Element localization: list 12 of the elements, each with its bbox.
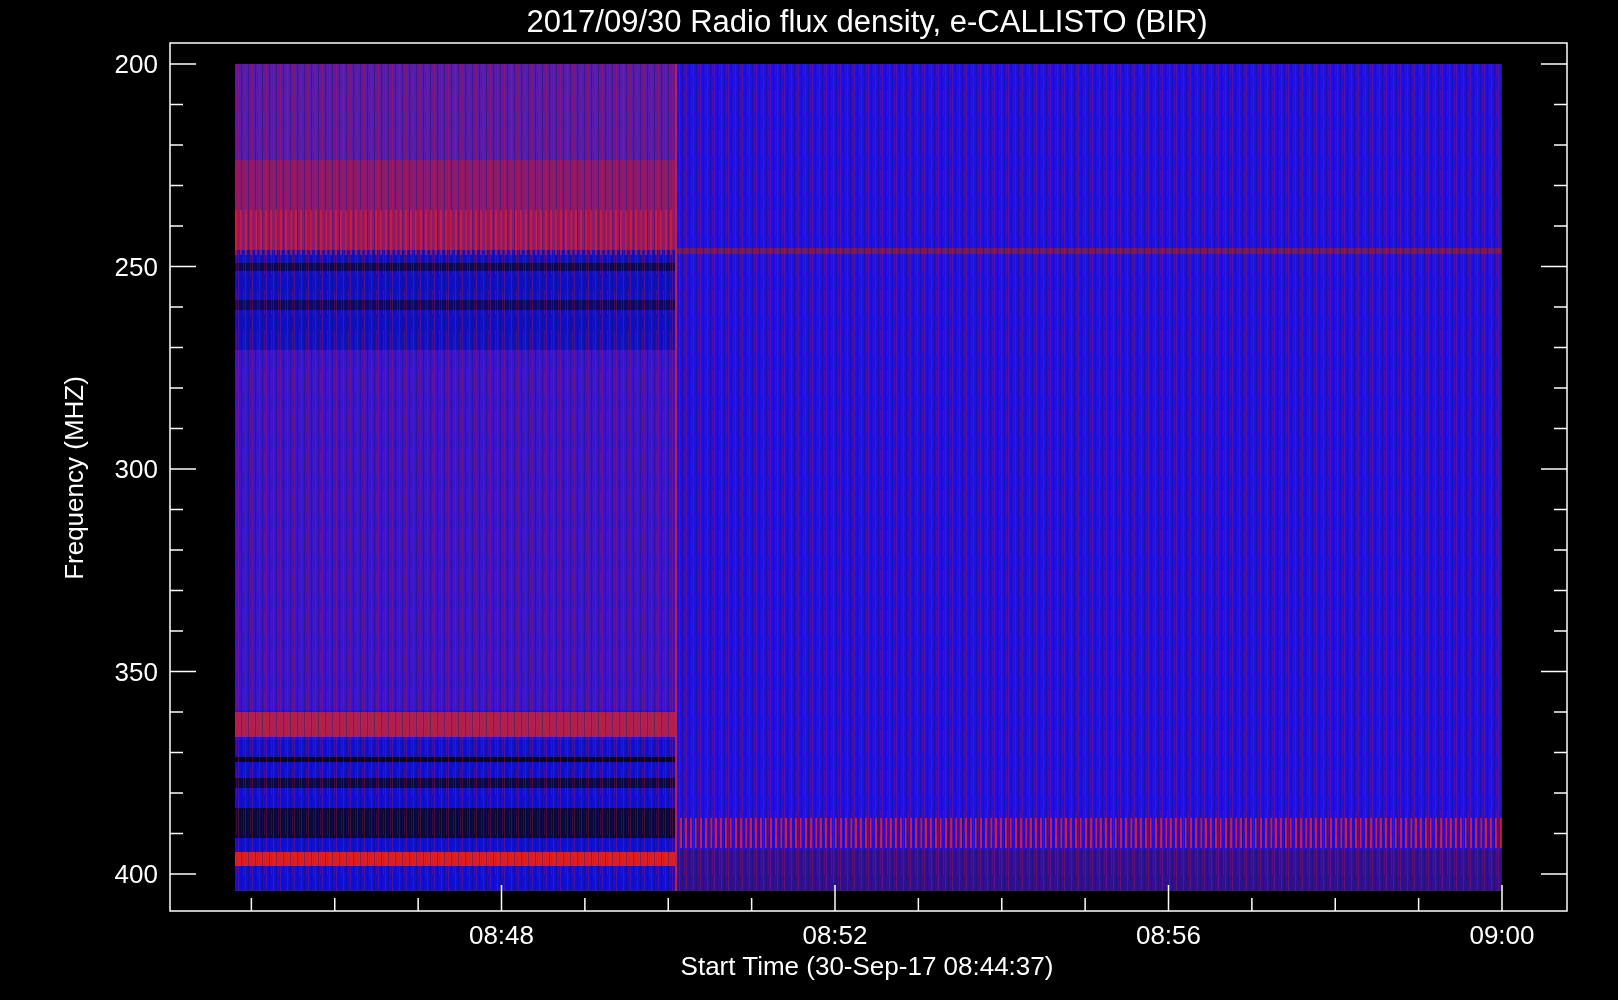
x-tick-label: 08:56 xyxy=(1135,920,1202,950)
x-axis-label: Start Time (30-Sep-17 08:44:37) xyxy=(680,951,1054,981)
x-tick-label: 08:52 xyxy=(802,920,868,950)
y-tick-label: 250 xyxy=(114,251,158,282)
y-tick-label: 200 xyxy=(114,49,158,79)
y-tick-label: 300 xyxy=(114,454,158,484)
y-tick-label: 400 xyxy=(114,859,158,889)
plot-title: 2017/09/30 Radio flux density, e-CALLISTO (BIR) xyxy=(526,4,1208,39)
y-tick-label: 350 xyxy=(114,656,158,687)
x-tick-label: 09:00 xyxy=(1469,920,1535,950)
y-axis-label: Frequency (MHZ) xyxy=(59,376,89,580)
x-tick-label: 08:48 xyxy=(468,920,535,950)
